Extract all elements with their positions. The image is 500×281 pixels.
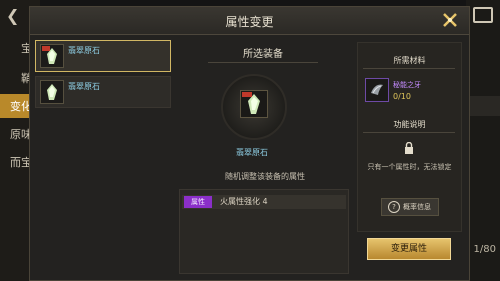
fang-material-icon[interactable]	[365, 78, 389, 102]
jade-stone-icon	[40, 44, 64, 68]
change-attribute-button[interactable]: 变更属性	[367, 238, 451, 260]
dialog-title: 属性变更	[225, 15, 274, 29]
selected-equipment-name: 翡翠原石	[236, 148, 268, 157]
equipment-name: 翡翠原石	[68, 46, 100, 55]
equipment-list: 翡翠原石 翡翠原石	[35, 40, 173, 112]
attribute-text: 火属性强化 4	[220, 197, 268, 206]
selected-equipment-description: 随机调整该装备的属性	[225, 172, 305, 181]
attribute-row[interactable]: 属性 火属性强化 4	[182, 195, 346, 209]
page-indicator: 1/80	[473, 244, 496, 255]
probability-info-label: 概率信息	[403, 203, 431, 211]
attribute-list: 属性 火属性强化 4	[179, 189, 349, 274]
back-arrow-icon[interactable]: ❮	[6, 6, 19, 25]
selected-equipment-panel: 所选装备 翡翠原石 随机调整该装备的属性 属性 火属性强化 4	[179, 42, 350, 274]
jade-stone-icon	[240, 90, 268, 118]
material-count: 0/10	[393, 92, 411, 101]
material-name: 秘能之牙	[393, 81, 421, 89]
jade-stone-icon	[40, 80, 64, 104]
equipment-name: 翡翠原石	[68, 82, 100, 91]
equipment-slot[interactable]	[221, 74, 287, 140]
close-x-icon[interactable]	[441, 11, 459, 29]
question-icon: ?	[388, 201, 400, 213]
background-right-button[interactable]	[470, 96, 500, 116]
divider	[363, 68, 455, 69]
background-right-panel	[466, 0, 500, 281]
equipment-list-item[interactable]: 翡翠原石	[35, 76, 171, 108]
attribute-change-dialog: 属性变更 翡翠原石 翡翠原石 所选装备 翡翠原石 随机调整该装备的属性 属性 火…	[29, 6, 470, 281]
dialog-titlebar: 属性变更	[30, 7, 469, 35]
function-info-title: 功能说明	[393, 120, 426, 129]
lock-icon	[404, 139, 414, 154]
equipment-list-item[interactable]: 翡翠原石	[35, 40, 171, 72]
divider	[363, 132, 455, 133]
materials-title: 所需材料	[393, 56, 426, 65]
selected-equipment-title: 所选装备	[208, 45, 318, 63]
attribute-tag: 属性	[184, 196, 212, 208]
probability-info-button[interactable]: ? 概率信息	[381, 198, 439, 216]
function-note: 只有一个属性时，无法锁定	[367, 163, 452, 171]
message-icon[interactable]	[473, 7, 493, 23]
